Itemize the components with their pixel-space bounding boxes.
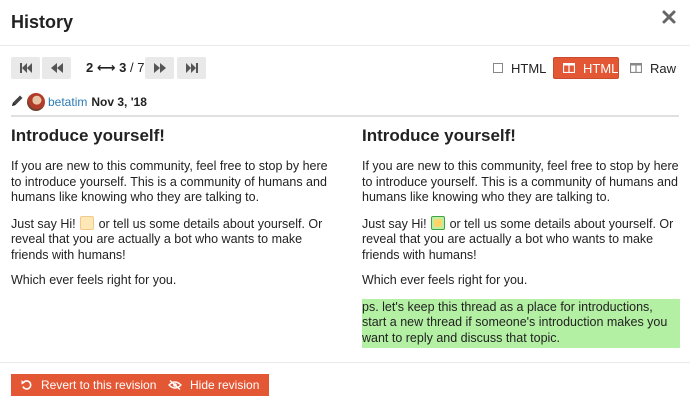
post-paragraph: If you are new to this community, feel f…: [362, 159, 679, 204]
post-paragraph: Just say Hi! or tell us some details abo…: [362, 215, 682, 264]
first-revision-button[interactable]: [11, 57, 40, 79]
fast-forward-icon: [185, 63, 198, 73]
fast-backward-icon: [19, 63, 32, 73]
eye-slash-icon: [168, 380, 182, 390]
post-heading: Introduce yourself!: [11, 126, 165, 145]
inserted-paragraph: ps. let's keep this thread as a place fo…: [362, 298, 682, 348]
revision-to: 3: [119, 60, 127, 75]
columns-icon: [629, 61, 643, 76]
view-mode-label: HTML: [583, 60, 619, 76]
post-heading: Introduce yourself!: [362, 126, 516, 145]
revision-counter: 2 ⟷ 3 / 7: [86, 60, 144, 76]
next-revision-button[interactable]: [145, 57, 174, 79]
view-mode-raw[interactable]: Raw: [629, 57, 677, 79]
post-paragraph: If you are new to this community, feel f…: [11, 159, 328, 204]
modal-header: History: [0, 0, 690, 46]
divider: [11, 115, 679, 117]
revert-label: Revert to this revision: [41, 378, 157, 392]
view-mode-side-by-side-html[interactable]: HTML: [553, 57, 619, 79]
square-icon: [493, 61, 503, 76]
modal-title: History: [11, 12, 74, 32]
revision-from: 2: [86, 60, 94, 75]
previous-revision-column: Introduce yourself! If you are new to th…: [11, 126, 331, 299]
paragraph-text: Just say Hi!: [11, 216, 76, 231]
wave-emoji-icon: [80, 215, 95, 230]
post-paragraph: Just say Hi! or tell us some details abo…: [11, 215, 331, 264]
hide-revision-button[interactable]: Hide revision: [158, 374, 270, 396]
pencil-icon: [11, 94, 24, 110]
forward-icon: [153, 63, 166, 73]
previous-revision-button[interactable]: [42, 57, 71, 79]
last-revision-button[interactable]: [177, 57, 206, 79]
post-paragraph: Which ever feels right for you.: [11, 273, 177, 287]
undo-icon: [21, 380, 32, 390]
revision-total: 7: [137, 60, 145, 75]
view-mode-label: HTML: [511, 60, 547, 76]
username-link[interactable]: betatim: [48, 95, 87, 109]
revision-meta: betatim Nov 3, '18: [11, 93, 147, 111]
view-mode-inline-html[interactable]: HTML: [493, 57, 546, 79]
hide-label: Hide revision: [190, 378, 260, 392]
current-revision-column: Introduce yourself! If you are new to th…: [362, 126, 682, 358]
wave-emoji-icon: [431, 215, 446, 230]
close-icon[interactable]: [661, 9, 677, 25]
inserted-text: ps. let's keep this thread as a place fo…: [362, 298, 680, 348]
paragraph-text: Just say Hi!: [362, 216, 427, 231]
avatar[interactable]: [27, 93, 45, 111]
backward-icon: [50, 63, 63, 73]
columns-icon: [562, 61, 576, 76]
view-mode-label: Raw: [650, 60, 677, 76]
revision-separator: /: [129, 60, 134, 75]
post-paragraph: Which ever feels right for you.: [362, 273, 528, 287]
revert-button[interactable]: Revert to this revision: [11, 374, 167, 396]
revision-date: Nov 3, '18: [91, 95, 147, 109]
revision-arrow: ⟷: [96, 60, 116, 75]
